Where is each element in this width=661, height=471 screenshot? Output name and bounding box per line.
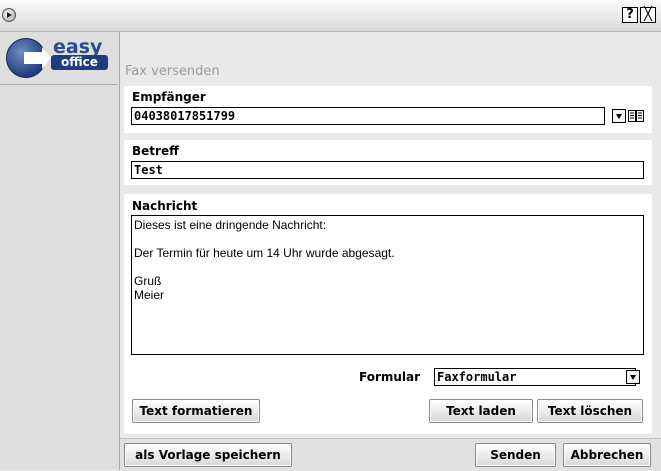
sidebar: easy office <box>0 32 120 470</box>
logo-text-office: office <box>51 55 108 70</box>
form-select[interactable]: Faxformular <box>434 368 636 386</box>
section-title: Fax versenden <box>125 64 220 79</box>
recipient-dropdown-arrow[interactable] <box>612 109 626 123</box>
message-panel: Nachricht Dieses ist eine dringende Nach… <box>124 194 652 434</box>
logo-arrow-icon <box>6 38 51 78</box>
recipient-label: Empfänger <box>132 90 206 104</box>
form-selected-value: Faxformular <box>437 370 517 384</box>
recipient-value: 04038017851799 <box>134 109 236 123</box>
close-button[interactable]: ╳ <box>640 7 656 23</box>
subject-input[interactable]: Test <box>131 161 644 179</box>
recipient-panel: Empfänger 04038017851799 <box>124 86 652 133</box>
load-text-button[interactable]: Text laden <box>429 399 533 423</box>
delete-text-button[interactable]: Text löschen <box>537 399 643 423</box>
save-template-button[interactable]: als Vorlage speichern <box>124 443 292 467</box>
format-text-button[interactable]: Text formatieren <box>132 399 260 423</box>
app-icon[interactable] <box>2 8 16 22</box>
form-dropdown-arrow[interactable] <box>626 370 640 384</box>
send-button[interactable]: Senden <box>475 443 556 467</box>
help-button[interactable]: ? <box>622 7 638 23</box>
subject-value: Test <box>134 163 163 177</box>
message-textarea[interactable]: Dieses ist eine dringende Nachricht: Der… <box>131 215 644 355</box>
subject-panel: Betreff Test <box>124 140 652 185</box>
easy-office-logo: easy office <box>0 32 118 85</box>
title-bar: ? ╳ <box>0 0 661 32</box>
form-label: Formular <box>359 370 421 384</box>
recipient-combo[interactable]: 04038017851799 <box>131 107 605 125</box>
subject-label: Betreff <box>132 144 179 158</box>
message-label: Nachricht <box>132 199 198 213</box>
cancel-button[interactable]: Abbrechen <box>563 443 651 467</box>
address-book-icon[interactable] <box>628 109 644 123</box>
